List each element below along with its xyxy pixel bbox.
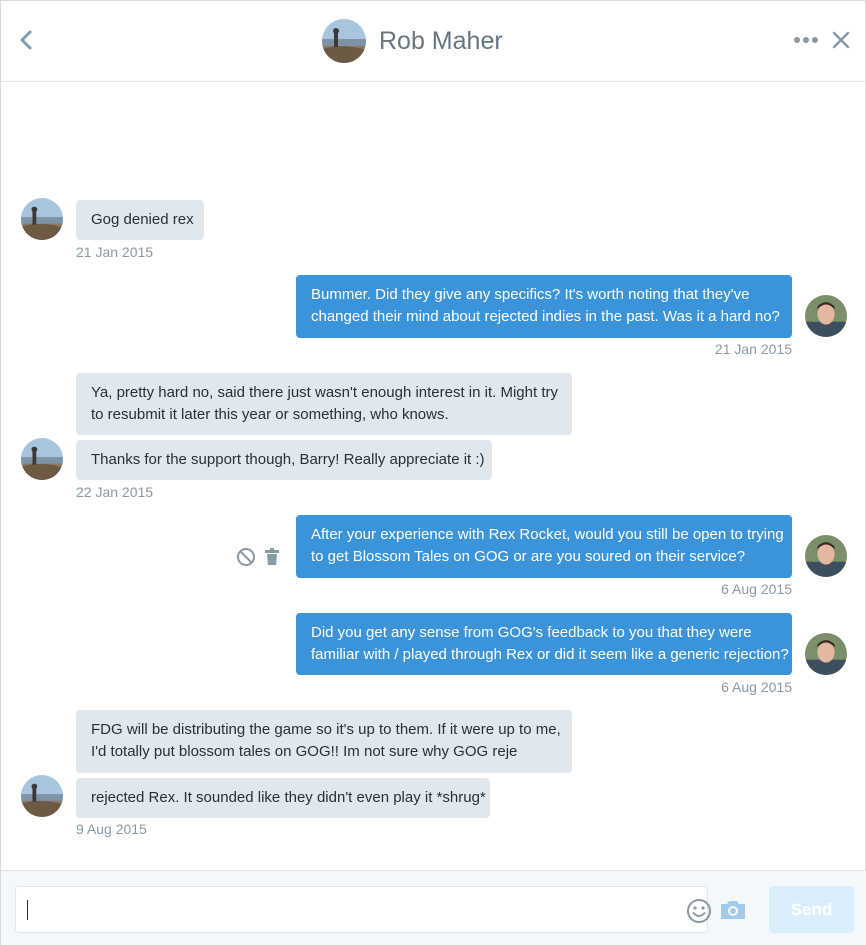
my-avatar[interactable]	[805, 295, 847, 337]
send-button[interactable]: Send	[769, 886, 854, 933]
contact-avatar[interactable]	[21, 438, 63, 480]
message-text: familiar with / played through Rex or di…	[311, 646, 789, 663]
message-text: rejected Rex. It sounded like they didn'…	[91, 789, 486, 806]
text-caret	[27, 900, 28, 920]
message-text: Gog denied rex	[91, 211, 194, 228]
message-text: I'd totally put blossom tales on GOG!! I…	[91, 743, 518, 760]
message-timestamp: 22 Jan 2015	[76, 484, 154, 500]
message-text: to get Blossom Tales on GOG or are you s…	[311, 548, 746, 565]
message-bubble[interactable]: Did you get any sense from GOG's feedbac…	[296, 613, 792, 675]
conversation-title[interactable]: Rob Maher	[322, 19, 503, 63]
message-bubble[interactable]: FDG will be distributing the game so it'…	[76, 710, 572, 773]
message-text: Ya, pretty hard no, said there just wasn…	[91, 384, 558, 401]
message-bubble[interactable]: After your experience with Rex Rocket, w…	[296, 515, 792, 578]
message-bubble[interactable]: Gog denied rex	[76, 200, 204, 240]
add-photo-button[interactable]	[719, 898, 747, 922]
message-actions	[236, 547, 280, 567]
message-text: Did you get any sense from GOG's feedbac…	[311, 624, 752, 641]
back-chevron-icon	[20, 30, 32, 50]
message-timestamp: 21 Jan 2015	[76, 244, 154, 260]
back-button[interactable]	[15, 25, 39, 55]
emoji-button[interactable]	[686, 898, 712, 924]
contact-name: Rob Maher	[379, 26, 503, 55]
message-text: changed their mind about rejected indies…	[311, 308, 780, 325]
emoji-icon	[687, 899, 711, 923]
message-input[interactable]	[15, 886, 711, 933]
conversation-header: Rob Maher	[1, 1, 866, 82]
my-avatar[interactable]	[805, 535, 847, 577]
dm-window: Rob Maher Gog denied rex 21 Jan 2015 Bum…	[0, 0, 866, 945]
message-timestamp: 6 Aug 2015	[721, 581, 792, 597]
message-bubble[interactable]: rejected Rex. It sounded like they didn'…	[76, 778, 490, 818]
trash-icon[interactable]	[264, 548, 280, 566]
message-text: Bummer. Did they give any specifics? It'…	[311, 286, 750, 303]
message-composer: Send	[1, 870, 866, 945]
more-options-button[interactable]	[793, 31, 819, 49]
camera-icon	[721, 901, 745, 919]
message-text: FDG will be distributing the game so it'…	[91, 721, 561, 738]
my-avatar[interactable]	[805, 633, 847, 675]
message-timestamp: 21 Jan 2015	[714, 341, 792, 357]
contact-avatar[interactable]	[322, 19, 366, 63]
message-text: to resubmit it later this year or someth…	[91, 406, 449, 423]
close-button[interactable]	[830, 29, 852, 51]
message-bubble[interactable]: Bummer. Did they give any specifics? It'…	[296, 275, 792, 338]
message-text: Thanks for the support though, Barry! Re…	[91, 451, 485, 468]
message-bubble[interactable]: Thanks for the support though, Barry! Re…	[76, 440, 492, 480]
message-timestamp: 9 Aug 2015	[76, 821, 147, 837]
more-dots-icon	[794, 37, 818, 43]
contact-avatar[interactable]	[21, 198, 63, 240]
contact-avatar[interactable]	[21, 775, 63, 817]
message-timestamp: 6 Aug 2015	[721, 679, 792, 695]
message-bubble[interactable]: Ya, pretty hard no, said there just wasn…	[76, 373, 572, 435]
message-text: After your experience with Rex Rocket, w…	[311, 526, 784, 543]
close-icon	[832, 31, 850, 49]
block-icon[interactable]	[236, 547, 256, 567]
